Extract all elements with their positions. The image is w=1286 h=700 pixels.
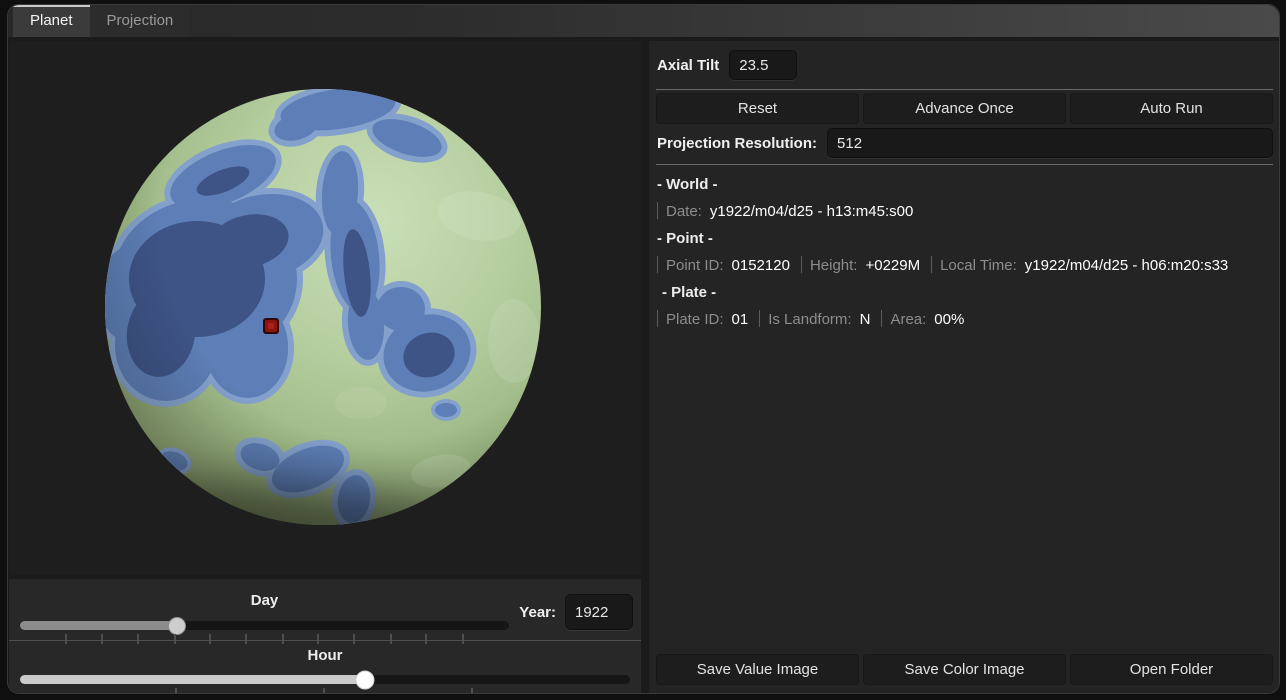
tab-projection[interactable]: Projection bbox=[90, 5, 191, 37]
save-value-image-button[interactable]: Save Value Image bbox=[656, 654, 859, 685]
tab-planet[interactable]: Planet bbox=[13, 5, 90, 37]
plate-info-row: Plate ID: 01 Is Landform: N Area: 00% bbox=[657, 306, 1272, 333]
area-value: 00% bbox=[934, 311, 964, 328]
divider-top bbox=[656, 89, 1273, 90]
screen: Planet Projection bbox=[0, 0, 1286, 700]
slider-tick bbox=[317, 634, 319, 644]
separator-bar bbox=[881, 310, 882, 327]
year-input[interactable]: 1922 bbox=[565, 594, 633, 630]
world-section-header: - World - bbox=[657, 171, 1272, 198]
point-id-label: Point ID: bbox=[666, 257, 724, 274]
year-label: Year: bbox=[519, 604, 556, 621]
tab-bar: Planet Projection bbox=[8, 5, 1279, 37]
is-landform-label: Is Landform: bbox=[768, 311, 851, 328]
separator-bar bbox=[931, 256, 932, 273]
tab-planet-label: Planet bbox=[30, 12, 73, 29]
year-box: Year: 1922 bbox=[519, 594, 633, 630]
simulation-buttons: Reset Advance Once Auto Run bbox=[656, 93, 1273, 124]
slider-tick bbox=[425, 634, 427, 644]
slider-tick bbox=[282, 634, 284, 644]
reset-button[interactable]: Reset bbox=[656, 93, 859, 124]
plate-id-label: Plate ID: bbox=[666, 311, 724, 328]
day-slider-label: Day bbox=[20, 592, 509, 609]
plate-section-header: - Plate - bbox=[657, 279, 1272, 306]
planet-viewport[interactable] bbox=[9, 41, 641, 575]
separator-bar bbox=[759, 310, 760, 327]
projection-resolution-input[interactable]: 512 bbox=[827, 128, 1273, 158]
height-value: +0229M bbox=[865, 257, 920, 274]
slider-tick bbox=[65, 634, 67, 644]
projection-resolution-label: Projection Resolution: bbox=[657, 135, 817, 152]
slider-tick bbox=[137, 634, 139, 644]
world-date-row: Date: y1922/m04/d25 - h13:m45:s00 bbox=[657, 198, 1272, 225]
axial-tilt-input[interactable]: 23.5 bbox=[729, 50, 797, 80]
slider-tick bbox=[353, 634, 355, 644]
point-info-row: Point ID: 0152120 Height: +0229M Local Time:… bbox=[657, 252, 1272, 279]
slider-tick bbox=[390, 634, 392, 644]
hour-slider-thumb[interactable] bbox=[356, 670, 375, 689]
rim-shading bbox=[105, 89, 541, 525]
tab-projection-label: Projection bbox=[107, 12, 174, 29]
is-landform-value: N bbox=[860, 311, 871, 328]
axial-tilt-row: Axial Tilt 23.5 bbox=[657, 50, 1273, 80]
slider-tick bbox=[323, 688, 325, 694]
control-panel: Axial Tilt 23.5 Reset Advance Once Auto … bbox=[649, 41, 1280, 694]
time-control-panel: Day Year: 1922 Hour bbox=[9, 579, 641, 694]
slider-panel-divider bbox=[9, 640, 641, 641]
local-time-label: Local Time: bbox=[940, 257, 1017, 274]
day-slider-fill bbox=[20, 621, 177, 630]
height-label: Height: bbox=[810, 257, 858, 274]
info-block: - World - Date: y1922/m04/d25 - h13:m45:s… bbox=[657, 171, 1272, 333]
slider-tick bbox=[209, 634, 211, 644]
separator-bar bbox=[657, 202, 658, 219]
export-buttons: Save Value Image Save Color Image Open F… bbox=[656, 654, 1273, 685]
plate-id-value: 01 bbox=[732, 311, 749, 328]
divider-middle bbox=[656, 164, 1273, 165]
selected-point-marker bbox=[263, 318, 279, 334]
day-slider-thumb[interactable] bbox=[168, 617, 186, 635]
separator-bar bbox=[657, 310, 658, 327]
local-time-value: y1922/m04/d25 - h06:m20:s33 bbox=[1025, 257, 1228, 274]
point-section-header: - Point - bbox=[657, 225, 1272, 252]
projection-resolution-row: Projection Resolution: 512 bbox=[657, 128, 1273, 158]
hour-slider-fill bbox=[20, 675, 365, 684]
app-window: Planet Projection bbox=[7, 4, 1280, 694]
hour-slider-ticks bbox=[20, 688, 630, 694]
advance-once-button[interactable]: Advance Once bbox=[863, 93, 1066, 124]
slider-tick bbox=[174, 634, 176, 644]
hour-slider-label: Hour bbox=[20, 647, 630, 664]
slider-tick bbox=[462, 634, 464, 644]
slider-tick bbox=[101, 634, 103, 644]
open-folder-button[interactable]: Open Folder bbox=[1070, 654, 1273, 685]
day-slider[interactable] bbox=[20, 621, 509, 630]
point-id-value: 0152120 bbox=[732, 257, 790, 274]
area-label: Area: bbox=[890, 311, 926, 328]
save-color-image-button[interactable]: Save Color Image bbox=[863, 654, 1066, 685]
slider-tick bbox=[471, 688, 473, 694]
slider-tick bbox=[175, 688, 177, 694]
separator-bar bbox=[801, 256, 802, 273]
planet-globe bbox=[9, 41, 641, 575]
slider-tick bbox=[245, 634, 247, 644]
axial-tilt-label: Axial Tilt bbox=[657, 57, 719, 74]
separator-bar bbox=[657, 256, 658, 273]
date-label: Date: bbox=[666, 203, 702, 220]
date-value: y1922/m04/d25 - h13:m45:s00 bbox=[710, 203, 913, 220]
auto-run-button[interactable]: Auto Run bbox=[1070, 93, 1273, 124]
hour-slider[interactable] bbox=[20, 675, 630, 684]
